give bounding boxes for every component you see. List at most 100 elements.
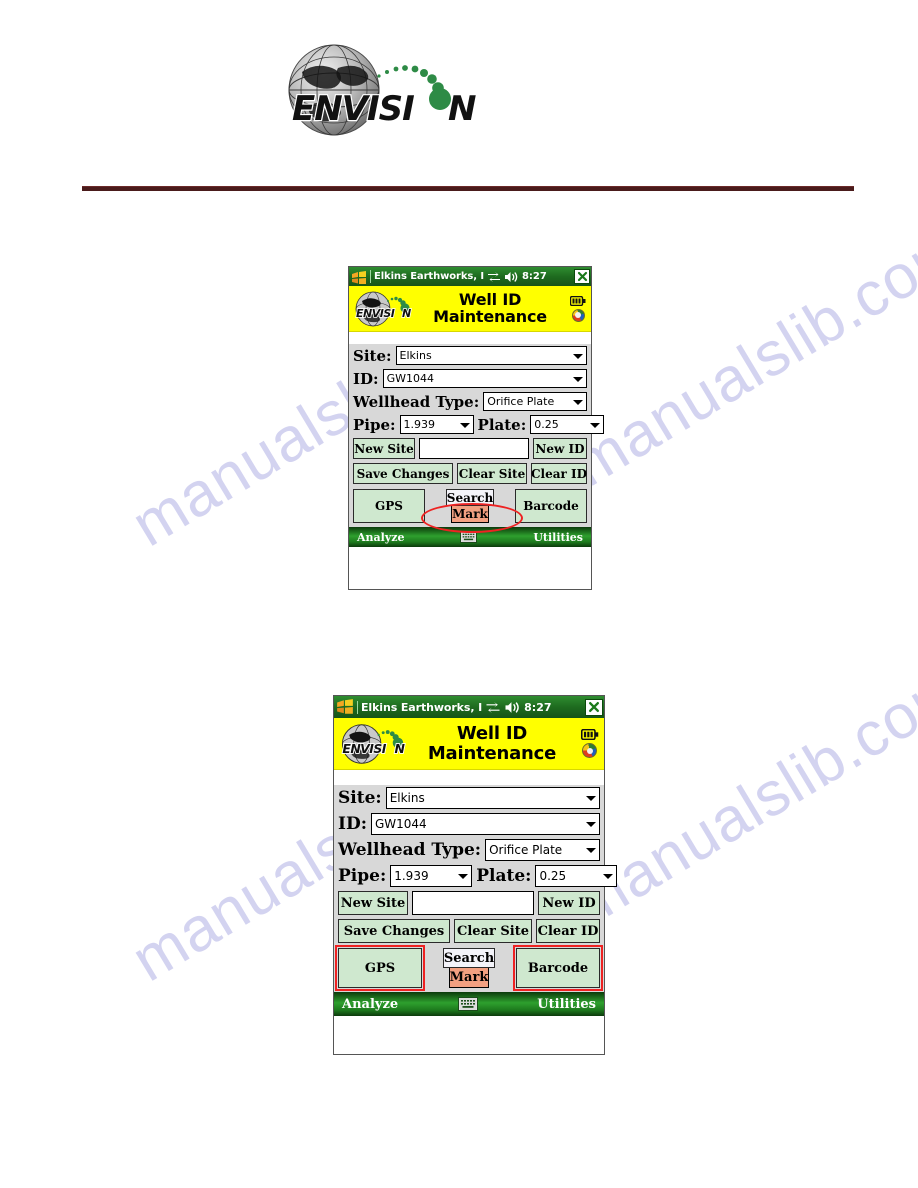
search-button[interactable]: Search <box>445 489 495 506</box>
form-top-spacer <box>334 770 604 785</box>
chevron-down-icon <box>459 422 470 428</box>
pipe-combobox[interactable]: 1.939 <box>399 415 474 434</box>
site-value: Elkins <box>389 791 425 805</box>
new-site-input[interactable] <box>419 438 529 459</box>
chevron-down-icon <box>603 874 614 879</box>
page-title-line1: Well ID <box>458 289 522 309</box>
action-button-row: GPS Search Mark Barcode <box>334 945 604 992</box>
save-changes-button[interactable]: Save Changes <box>353 463 453 484</box>
new-id-button[interactable]: New ID <box>533 438 587 459</box>
titlebar-separator <box>370 270 371 283</box>
site-row: Site: Elkins <box>349 344 591 367</box>
id-value: GW1044 <box>374 817 427 831</box>
close-icon[interactable] <box>585 698 603 716</box>
keyboard-icon[interactable] <box>398 997 537 1011</box>
gps-cell: GPS <box>353 489 425 523</box>
new-id-button[interactable]: New ID <box>538 891 600 915</box>
clock-time: 8:27 <box>524 700 552 714</box>
battery-icon <box>570 295 586 306</box>
wellhead-type-label: Wellhead Type: <box>338 840 482 860</box>
speaker-volume-icon[interactable] <box>504 701 520 714</box>
clear-site-button[interactable]: Clear Site <box>457 463 527 484</box>
header-status-icons <box>577 729 602 758</box>
network-connection-icon[interactable] <box>487 271 501 283</box>
page-masthead: ENVISI N <box>0 0 918 200</box>
gps-button[interactable]: GPS <box>338 948 422 988</box>
wellhead-type-combobox[interactable]: Orifice Plate <box>485 839 600 861</box>
save-changes-button[interactable]: Save Changes <box>338 919 450 943</box>
svg-text:ENVISI: ENVISI <box>342 741 386 756</box>
svg-text:ENVISI: ENVISI <box>292 89 414 129</box>
windows-flag-icon[interactable] <box>336 699 354 715</box>
clear-site-button[interactable]: Clear Site <box>454 919 532 943</box>
chevron-down-icon <box>573 399 583 405</box>
site-label: Site: <box>353 346 392 365</box>
pipe-value: 1.939 <box>394 869 429 883</box>
new-site-input[interactable] <box>412 891 534 915</box>
chevron-down-icon <box>586 822 596 827</box>
envision-header-logo: ENVISI N <box>339 722 407 766</box>
id-combobox[interactable]: GW1044 <box>382 369 587 388</box>
help-orb-icon[interactable] <box>571 308 585 322</box>
watermark-text: manualslib.com <box>560 211 918 501</box>
id-combobox[interactable]: GW1044 <box>370 813 600 835</box>
bottom-taskbar: Analyze Utilities <box>334 992 604 1016</box>
site-combobox[interactable]: Elkins <box>395 346 587 365</box>
chevron-down-icon <box>586 796 596 801</box>
speaker-volume-icon[interactable] <box>504 271 518 283</box>
mark-button[interactable]: Mark <box>451 506 489 523</box>
network-connection-icon[interactable] <box>485 701 501 714</box>
header-divider-rule <box>82 186 854 191</box>
new-site-row: New Site New ID <box>349 436 591 461</box>
chevron-down-icon <box>590 422 601 428</box>
mark-button[interactable]: Mark <box>448 968 490 988</box>
wellhead-type-value: Orifice Plate <box>487 395 555 408</box>
gps-cell: GPS <box>335 945 425 991</box>
form-body: Site: Elkins ID: GW1044 Wellhead Type: O… <box>349 332 605 533</box>
id-row: ID: GW1044 <box>334 811 604 837</box>
id-row: ID: GW1044 <box>349 367 591 390</box>
site-combobox[interactable]: Elkins <box>385 787 600 809</box>
pipe-plate-row: Pipe: 1.939 Plate: 0.25 <box>349 413 605 436</box>
search-button[interactable]: Search <box>442 948 496 968</box>
bottom-taskbar: Analyze Utilities <box>349 527 591 547</box>
wellhead-type-combobox[interactable]: Orifice Plate <box>483 392 587 411</box>
id-label: ID: <box>338 814 367 834</box>
utilities-menu-button[interactable]: Utilities <box>537 997 596 1012</box>
new-site-row: New Site New ID <box>334 889 604 917</box>
clear-id-button[interactable]: Clear ID <box>536 919 600 943</box>
plate-value: 0.25 <box>539 869 567 883</box>
clear-id-button[interactable]: Clear ID <box>531 463 587 484</box>
new-site-button[interactable]: New Site <box>338 891 408 915</box>
screenshot-gps-barcode-highlight: Elkins Earthworks, I 8:27 ENVISI N Well … <box>333 695 618 1055</box>
plate-combobox[interactable]: 0.25 <box>530 415 605 434</box>
close-icon[interactable] <box>574 269 590 284</box>
app-header-banner: ENVISI N Well ID Maintenance <box>334 718 604 770</box>
chevron-down-icon <box>573 376 583 382</box>
analyze-menu-button[interactable]: Analyze <box>357 531 404 544</box>
page-title: Well ID Maintenance <box>413 289 567 326</box>
windows-flag-icon[interactable] <box>351 270 367 284</box>
save-clear-row: Save Changes Clear Site Clear ID <box>349 461 591 486</box>
analyze-menu-button[interactable]: Analyze <box>342 997 398 1012</box>
battery-icon <box>580 729 598 740</box>
help-orb-icon[interactable] <box>582 743 597 758</box>
barcode-cell: Barcode <box>513 945 603 991</box>
utilities-menu-button[interactable]: Utilities <box>533 531 583 544</box>
keyboard-icon[interactable] <box>404 531 533 543</box>
envision-logo-icon: ENVISI N <box>288 44 478 136</box>
chevron-down-icon <box>573 353 583 359</box>
svg-text:ENVISI: ENVISI <box>356 307 395 320</box>
pipe-label: Pipe: <box>353 415 396 434</box>
pipe-combobox[interactable]: 1.939 <box>390 865 473 887</box>
app-header-banner: ENVISI N Well ID Maintenance <box>349 286 591 332</box>
pipe-plate-row: Pipe: 1.939 Plate: 0.25 <box>334 863 618 889</box>
gps-button[interactable]: GPS <box>353 489 425 523</box>
new-site-button[interactable]: New Site <box>353 438 415 459</box>
wellhead-type-row: Wellhead Type: Orifice Plate <box>349 390 591 413</box>
envision-header-logo: ENVISI N <box>353 290 413 328</box>
plate-combobox[interactable]: 0.25 <box>535 865 618 887</box>
wellhead-type-label: Wellhead Type: <box>353 392 480 411</box>
barcode-button[interactable]: Barcode <box>515 489 587 523</box>
barcode-button[interactable]: Barcode <box>516 948 600 988</box>
